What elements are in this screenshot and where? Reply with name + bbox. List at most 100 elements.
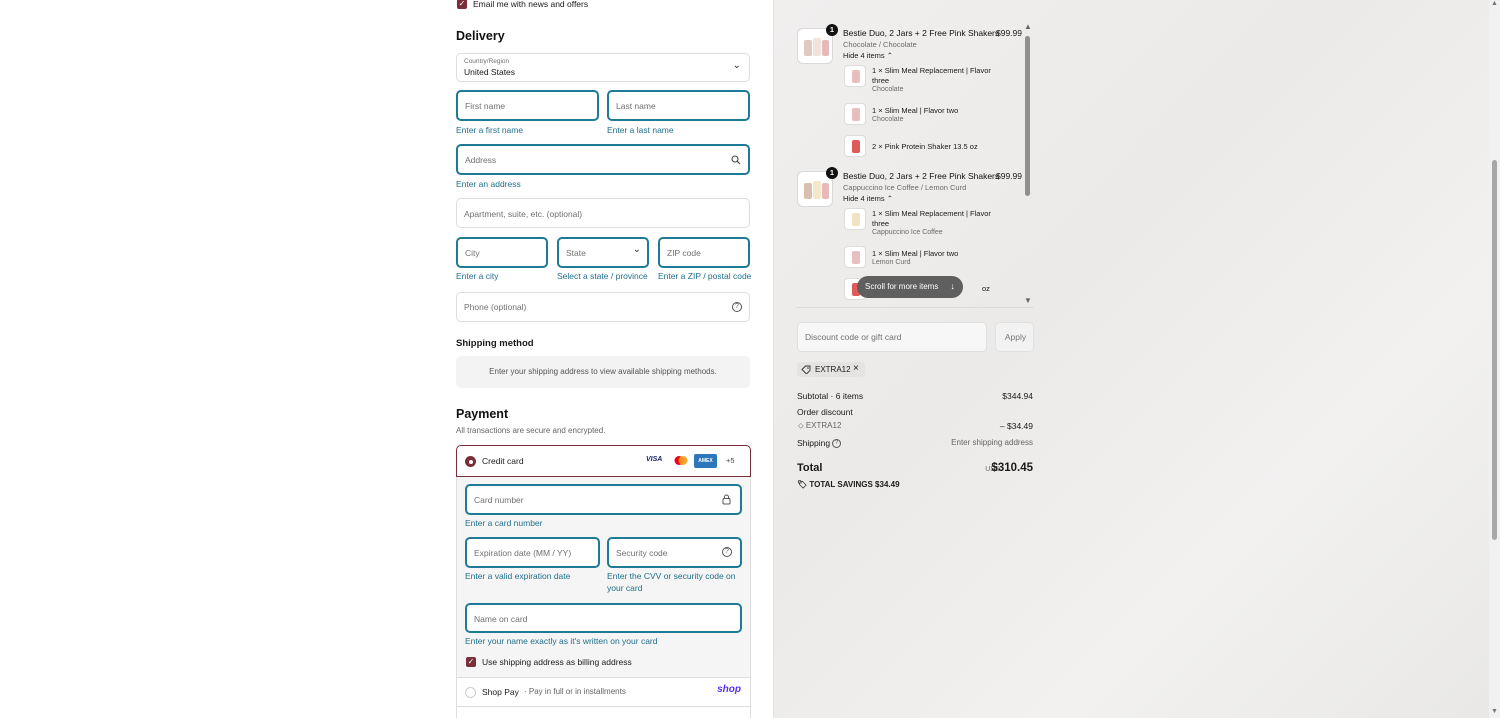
zip-input[interactable]: ZIP code	[658, 237, 750, 268]
items-scrollbar-thumb[interactable]	[1025, 36, 1030, 196]
city-input[interactable]: City	[456, 237, 548, 268]
first-name-placeholder: First name	[465, 101, 506, 111]
address-input[interactable]: Address	[456, 144, 750, 175]
scroll-more-label: Scroll for more items	[865, 282, 939, 291]
state-placeholder: State	[566, 248, 586, 258]
item-price: $99.99	[996, 171, 1022, 181]
applied-code-tag: EXTRA12 ×	[797, 362, 865, 377]
help-icon[interactable]: ?	[722, 547, 732, 557]
security-code-error-line2: your card	[607, 583, 643, 593]
next-payment-option[interactable]	[456, 707, 751, 718]
subitem-variant: Chocolate	[872, 116, 904, 123]
apartment-input[interactable]: Apartment, suite, etc. (optional)	[456, 198, 750, 228]
tag-icon: 🏷	[797, 480, 808, 489]
hide-items-label: Hide 4 items	[843, 194, 885, 203]
expiry-input[interactable]: Expiration date (MM / YY)	[465, 537, 600, 568]
shipping-value: Enter shipping address	[951, 438, 1033, 447]
item-price: $99.99	[996, 28, 1022, 38]
delivery-heading: Delivery	[456, 29, 505, 43]
name-on-card-placeholder: Name on card	[474, 614, 528, 624]
page-scrollbar-thumb[interactable]	[1492, 160, 1497, 540]
hide-items-toggle[interactable]: Hide 4 items ⌃	[843, 194, 893, 203]
email-optin-checkbox[interactable]: ✓	[457, 0, 467, 9]
quantity-badge: 1	[826, 24, 838, 36]
subitem-variant: Lemon Curd	[872, 259, 911, 266]
subtotal-value: $344.94	[1002, 391, 1033, 401]
billing-same-label: Use shipping address as billing address	[482, 657, 632, 667]
help-icon[interactable]: ?	[732, 302, 742, 312]
address-placeholder: Address	[465, 155, 497, 165]
item-variant: Chocolate / Chocolate	[843, 40, 917, 49]
billing-same-checkbox[interactable]: ✓	[466, 657, 476, 667]
country-value: United States	[464, 67, 516, 77]
checkout-form-column: ✓ Email me with news and offers Delivery…	[0, 0, 773, 718]
credit-card-option[interactable]: Credit card VISA AMEX +5	[456, 445, 751, 477]
card-number-input[interactable]: Card number	[465, 484, 742, 515]
payment-subtitle: All transactions are secure and encrypte…	[456, 426, 606, 435]
email-optin-label: Email me with news and offers	[473, 0, 589, 9]
total-value: $310.45	[991, 462, 1033, 474]
scroll-more-button[interactable]: Scroll for more items ↓	[857, 276, 963, 298]
cart-items-list[interactable]: 1 Bestie Duo, 2 Jars + 2 Free Pink Shake…	[796, 22, 1034, 308]
page-scrollbar[interactable]: ▲ ▼	[1489, 0, 1500, 718]
payment-heading: Payment	[456, 407, 509, 421]
credit-card-radio[interactable]	[465, 456, 476, 467]
zip-placeholder: ZIP code	[667, 248, 701, 258]
last-name-error: Enter a last name	[607, 125, 674, 135]
arrow-down-icon: ↓	[950, 281, 956, 291]
apply-button[interactable]: Apply	[995, 322, 1034, 352]
credit-card-label: Credit card	[482, 456, 524, 466]
first-name-input[interactable]: First name	[456, 90, 599, 121]
discount-code-row: ⬦ EXTRA12	[798, 421, 841, 431]
first-name-error: Enter a first name	[456, 125, 524, 135]
remove-code-icon[interactable]: ×	[853, 363, 859, 374]
security-code-error-line1: Enter the CVV or security code on	[607, 571, 736, 581]
scroll-up-arrow[interactable]: ▲	[1024, 22, 1032, 31]
expiry-error: Enter a valid expiration date	[465, 571, 571, 581]
security-code-input[interactable]: Security code ?	[607, 537, 742, 568]
order-summary-column: 1 Bestie Duo, 2 Jars + 2 Free Pink Shake…	[773, 0, 1489, 718]
items-scrollbar[interactable]: ▲ ▼	[1023, 22, 1033, 307]
shop-pay-logo: shop	[717, 684, 741, 695]
item-variant: Cappuccino Ice Coffee / Lemon Curd	[843, 183, 967, 192]
country-select[interactable]: Country/Region United States ⌄	[456, 53, 750, 82]
scroll-up-arrow[interactable]: ▲	[1491, 0, 1498, 7]
help-icon[interactable]: ?	[832, 439, 841, 448]
city-error: Enter a city	[456, 271, 499, 281]
shipping-label: Shipping	[797, 438, 831, 448]
name-on-card-input[interactable]: Name on card	[465, 603, 742, 633]
chevron-down-icon: ⌄	[632, 244, 641, 255]
shop-pay-radio[interactable]	[465, 687, 476, 698]
subitem-image	[844, 135, 866, 157]
shipping-method-note: Enter your shipping address to view avai…	[489, 367, 717, 376]
lock-icon	[722, 494, 731, 505]
shipping-method-notice: Enter your shipping address to view avai…	[456, 356, 750, 388]
tag-icon: ⬦	[798, 421, 804, 430]
subitem-title: 2 × Pink Protein Shaker 13.5 oz	[872, 142, 978, 151]
card-number-error: Enter a card number	[465, 518, 543, 528]
shop-pay-option[interactable]: Shop Pay · Pay in full or in installment…	[456, 677, 751, 707]
more-brands: +5	[726, 456, 735, 465]
country-label: Country/Region	[464, 58, 510, 65]
subitem-image	[844, 65, 866, 87]
last-name-placeholder: Last name	[616, 101, 656, 111]
discount-input[interactable]: Discount code or gift card	[797, 322, 987, 352]
amex-icon: AMEX	[694, 454, 717, 468]
mastercard-icon	[674, 456, 688, 465]
scroll-down-arrow[interactable]: ▼	[1024, 296, 1032, 305]
subitem-title-cont: three	[872, 219, 890, 228]
item-title: Bestie Duo, 2 Jars + 2 Free Pink Shakers	[843, 171, 1000, 181]
subitem-variant: Cappuccino Ice Coffee	[872, 229, 943, 236]
subitem-title: 1 × Slim Meal Replacement | Flavor	[872, 209, 991, 218]
subitem-title: oz	[982, 284, 990, 293]
quantity-badge: 1	[826, 167, 838, 179]
applied-code-label: EXTRA12	[815, 365, 851, 374]
phone-input[interactable]: Phone (optional) ?	[456, 292, 750, 322]
subitem-title-cont: three	[872, 76, 890, 85]
scroll-down-arrow[interactable]: ▼	[1491, 708, 1498, 715]
expiry-placeholder: Expiration date (MM / YY)	[474, 548, 572, 558]
subitem-title: 1 × Slim Meal Replacement | Flavor	[872, 66, 991, 75]
hide-items-toggle[interactable]: Hide 4 items ⌃	[843, 51, 893, 60]
last-name-input[interactable]: Last name	[607, 90, 750, 121]
state-select[interactable]: State ⌄	[557, 237, 649, 268]
